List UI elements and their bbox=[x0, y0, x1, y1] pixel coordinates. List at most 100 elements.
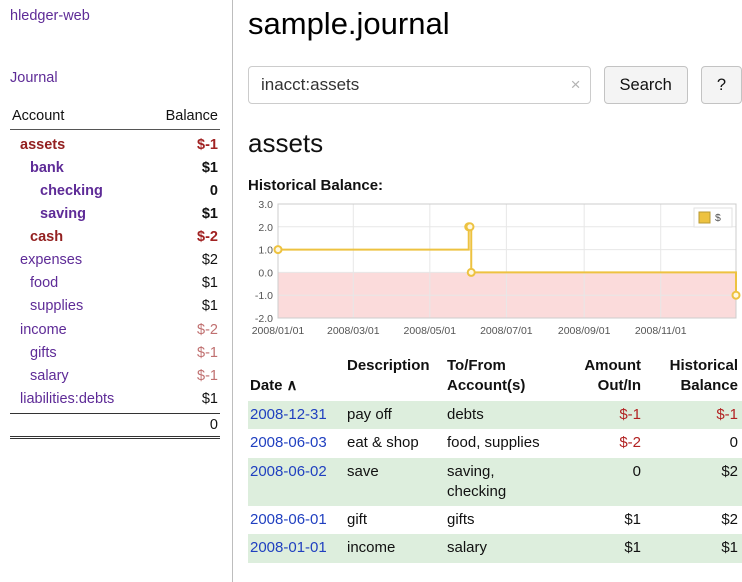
register-row: 2008-06-01giftgifts$1$2 bbox=[248, 506, 742, 534]
clear-search-icon[interactable]: × bbox=[571, 75, 581, 95]
transaction-accounts: saving, checking bbox=[445, 458, 573, 507]
app-brand-link[interactable]: hledger-web bbox=[10, 8, 220, 24]
transaction-balance: $-1 bbox=[645, 401, 742, 429]
account-balance: $1 bbox=[202, 205, 218, 223]
account-link[interactable]: gifts bbox=[12, 344, 57, 362]
svg-text:2008/09/01: 2008/09/01 bbox=[558, 325, 611, 337]
transaction-accounts: food, supplies bbox=[445, 429, 573, 457]
account-balance: $1 bbox=[202, 159, 218, 177]
account-row: cash$-2 bbox=[10, 226, 220, 249]
account-link[interactable]: supplies bbox=[12, 297, 83, 315]
date-column-header[interactable]: Date∧ bbox=[248, 356, 345, 395]
svg-text:-1.0: -1.0 bbox=[255, 290, 273, 302]
accounts-table: Account Balance assets$-1bank$1checking0… bbox=[10, 108, 220, 439]
transaction-amount: $-1 bbox=[573, 401, 645, 429]
account-row: food $1 bbox=[10, 272, 220, 295]
transaction-description: save bbox=[345, 458, 445, 507]
transaction-description: gift bbox=[345, 506, 445, 534]
svg-text:0.0: 0.0 bbox=[258, 267, 273, 279]
transaction-date-link[interactable]: 2008-06-01 bbox=[250, 511, 327, 528]
account-link[interactable]: liabilities:debts bbox=[12, 390, 114, 408]
account-link[interactable]: cash bbox=[12, 228, 63, 246]
transaction-accounts: gifts bbox=[445, 506, 573, 534]
transaction-balance: $1 bbox=[645, 534, 742, 562]
transaction-accounts: debts bbox=[445, 401, 573, 429]
register-row: 2008-06-03 eat & shopfood, supplies$-20 bbox=[248, 429, 742, 457]
svg-text:-2.0: -2.0 bbox=[255, 313, 273, 325]
svg-text:3.0: 3.0 bbox=[258, 200, 273, 211]
svg-text:2.0: 2.0 bbox=[258, 222, 273, 234]
total-balance: 0 bbox=[210, 417, 218, 433]
account-balance: $-1 bbox=[197, 367, 218, 385]
account-balance: $1 bbox=[202, 390, 218, 408]
search-bar: × Search ? bbox=[248, 66, 742, 104]
register-row: 2008-01-01incomesalary$1$1 bbox=[248, 534, 742, 562]
register-header: Date∧ Description To/From Account(s) Amo… bbox=[248, 354, 742, 401]
transaction-date-link[interactable]: 2008-01-01 bbox=[250, 539, 327, 556]
accounts-column-header: To/From Account(s) bbox=[445, 356, 573, 395]
transaction-date-link[interactable]: 2008-06-03 bbox=[250, 434, 327, 451]
page-title: sample.journal bbox=[248, 6, 742, 42]
account-balance: $2 bbox=[202, 251, 218, 269]
transaction-amount: $-2 bbox=[573, 429, 645, 457]
account-link[interactable]: salary bbox=[12, 367, 69, 385]
svg-text:$: $ bbox=[715, 212, 721, 224]
account-row: salary $-1 bbox=[10, 364, 220, 387]
account-row: income $-2 bbox=[10, 318, 220, 341]
transaction-date-link[interactable]: 2008-12-31 bbox=[250, 406, 327, 423]
svg-text:2008/01/01: 2008/01/01 bbox=[252, 325, 305, 337]
transaction-amount: $1 bbox=[573, 506, 645, 534]
account-column-header: Account bbox=[12, 108, 64, 124]
transaction-date-cell: 2008-12-31 bbox=[248, 401, 345, 429]
register-table: Date∧ Description To/From Account(s) Amo… bbox=[248, 354, 742, 563]
sort-asc-icon: ∧ bbox=[287, 377, 298, 394]
account-balance: $1 bbox=[202, 274, 218, 292]
historical-balance-chart: 3.0 2.0 1.0 0.0 -1.0 -2.02008/01/01 2008/03/01… bbox=[248, 200, 742, 342]
transaction-date-cell: 2008-06-02 bbox=[248, 458, 345, 507]
transaction-description: income bbox=[345, 534, 445, 562]
register-row: 2008-06-02 savesaving, checking0$2 bbox=[248, 458, 742, 507]
transaction-amount: $1 bbox=[573, 534, 645, 562]
journal-link[interactable]: Journal bbox=[10, 70, 220, 86]
amount-column-header: Amount Out/In bbox=[573, 356, 645, 395]
accounts-table-header: Account Balance bbox=[10, 108, 220, 130]
search-input[interactable] bbox=[248, 66, 591, 104]
svg-text:2008/03/01: 2008/03/01 bbox=[327, 325, 380, 337]
svg-text:2008/11/01: 2008/11/01 bbox=[635, 325, 687, 337]
svg-text:2008/07/01: 2008/07/01 bbox=[480, 325, 533, 337]
account-link[interactable]: saving bbox=[12, 205, 86, 223]
account-row: bank $1 bbox=[10, 156, 220, 179]
balance-column-header-register: Historical Balance bbox=[645, 356, 742, 395]
account-balance: $-1 bbox=[197, 136, 218, 154]
account-balance: $-1 bbox=[197, 344, 218, 362]
transaction-balance: 0 bbox=[645, 429, 742, 457]
transaction-date-cell: 2008-01-01 bbox=[248, 534, 345, 562]
transaction-accounts: salary bbox=[445, 534, 573, 562]
account-link[interactable]: checking bbox=[12, 182, 103, 200]
chart-title: Historical Balance: bbox=[248, 177, 742, 194]
search-button[interactable]: Search bbox=[604, 66, 688, 104]
account-link[interactable]: food bbox=[12, 274, 58, 292]
description-column-header: Description bbox=[345, 356, 445, 395]
account-heading: assets bbox=[248, 128, 742, 159]
account-link[interactable]: expenses bbox=[12, 251, 82, 269]
register-rows: 2008-12-31pay offdebts$-1$-12008-06-03ea… bbox=[248, 401, 742, 563]
account-row: checking0 bbox=[10, 179, 220, 202]
svg-text:1.0: 1.0 bbox=[258, 245, 273, 257]
transaction-date-link[interactable]: 2008-06-02 bbox=[250, 463, 327, 480]
account-link[interactable]: bank bbox=[12, 159, 64, 177]
balance-column-header: Balance bbox=[166, 108, 218, 124]
account-row: liabilities:debts $1 bbox=[10, 387, 220, 410]
transaction-amount: 0 bbox=[573, 458, 645, 507]
sidebar: hledger-web Journal Account Balance asse… bbox=[0, 0, 233, 582]
help-button[interactable]: ? bbox=[701, 66, 742, 104]
account-link[interactable]: income bbox=[12, 321, 67, 339]
transaction-date-cell: 2008-06-03 bbox=[248, 429, 345, 457]
svg-text:2008/05/01: 2008/05/01 bbox=[404, 325, 457, 337]
account-balance: $-2 bbox=[197, 321, 218, 339]
register-row: 2008-12-31pay offdebts$-1$-1 bbox=[248, 401, 742, 429]
account-link[interactable]: assets bbox=[12, 136, 65, 154]
transaction-description: pay off bbox=[345, 401, 445, 429]
transaction-balance: $2 bbox=[645, 458, 742, 507]
transaction-description: eat & shop bbox=[345, 429, 445, 457]
